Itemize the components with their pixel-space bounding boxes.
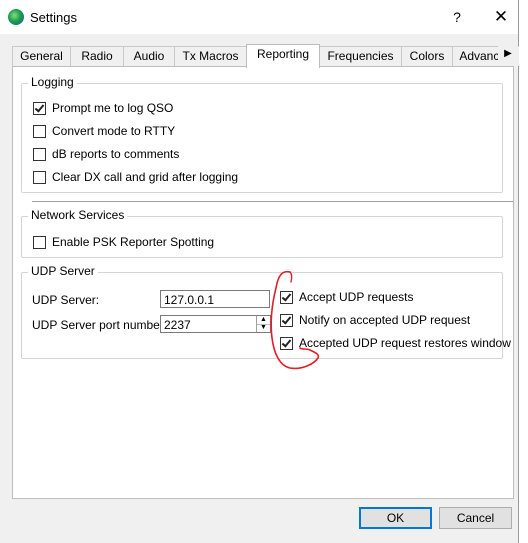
network-services-title: Network Services <box>28 208 128 222</box>
tab-reporting[interactable]: Reporting <box>246 44 320 68</box>
checkbox-label: Prompt me to log QSO <box>52 101 174 115</box>
checkbox-label: Clear DX call and grid after logging <box>52 170 239 184</box>
udp-port-value: 2237 <box>164 318 191 332</box>
ok-button[interactable]: OK <box>359 507 432 529</box>
window-title: Settings <box>30 10 77 25</box>
divider <box>32 201 513 202</box>
red-annotation-mark <box>270 270 320 370</box>
udp-server-input[interactable]: 127.0.0.1 <box>160 290 270 308</box>
background-window-edge <box>519 0 528 543</box>
tab-frequencies[interactable]: Frequencies <box>319 46 402 66</box>
tab-audio[interactable]: Audio <box>123 46 175 66</box>
udp-server-title: UDP Server <box>28 264 98 278</box>
app-logo-icon <box>8 9 24 25</box>
tab-tx-macros[interactable]: Tx Macros <box>174 46 247 66</box>
tab-scroll-right-icon[interactable]: ▶ <box>498 44 518 64</box>
settings-dialog: Settings ? ✕ General Radio Audio Tx Macr… <box>0 0 520 543</box>
checkbox[interactable] <box>33 125 46 138</box>
udp-server-label: UDP Server: <box>32 293 100 307</box>
checkbox[interactable] <box>33 102 46 115</box>
logging-group: Logging Prompt me to log QSO Convert mod… <box>21 75 503 193</box>
checkbox[interactable] <box>33 236 46 249</box>
udp-port-stepper[interactable]: 2237 ▲ ▼ <box>160 315 271 333</box>
checkbox-label: dB reports to comments <box>52 147 180 161</box>
checkbox-label: Enable PSK Reporter Spotting <box>52 235 215 249</box>
udp-port-label: UDP Server port number: <box>32 318 168 332</box>
tab-general[interactable]: General <box>12 46 71 66</box>
checkbox-label: Convert mode to RTTY <box>52 124 176 138</box>
close-button[interactable]: ✕ <box>486 6 516 28</box>
help-button[interactable]: ? <box>442 6 472 28</box>
checkbox[interactable] <box>33 171 46 184</box>
logging-group-title: Logging <box>28 75 77 89</box>
title-bar: Settings ? ✕ <box>0 0 518 34</box>
network-services-group: Network Services Enable PSK Reporter Spo… <box>21 208 503 258</box>
checkbox[interactable] <box>33 148 46 161</box>
tab-radio[interactable]: Radio <box>70 46 124 66</box>
tab-colors[interactable]: Colors <box>401 46 453 66</box>
tab-bar: General Radio Audio Tx Macros Reporting … <box>12 44 520 68</box>
cancel-button[interactable]: Cancel <box>439 507 512 529</box>
